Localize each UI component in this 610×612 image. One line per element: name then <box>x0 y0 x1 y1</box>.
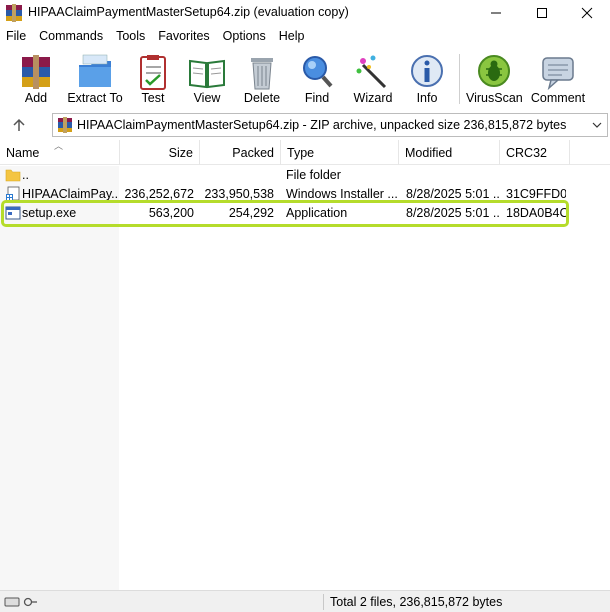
extract-to-label: Extract To <box>67 91 123 105</box>
title-bar: HIPAAClaimPaymentMasterSetup64.zip (eval… <box>0 0 610 26</box>
folder-icon <box>5 169 21 182</box>
extract-to-button[interactable]: Extract To <box>64 50 126 108</box>
find-label: Find <box>304 91 330 105</box>
menu-file[interactable]: File <box>0 27 33 47</box>
file-crc32: 31C9FFD0 <box>506 187 566 201</box>
menu-favorites[interactable]: Favorites <box>152 27 216 47</box>
column-header-size[interactable]: Size <box>120 140 200 165</box>
toolbar-separator <box>459 54 460 104</box>
chevron-down-icon[interactable] <box>591 119 603 131</box>
comment-button[interactable]: Comment <box>530 50 586 108</box>
file-name: HIPAAClaimPay... <box>22 187 118 201</box>
wizard-label: Wizard <box>353 91 393 105</box>
file-size: 236,252,672 <box>124 187 194 201</box>
trash-icon <box>251 58 273 90</box>
file-type: Windows Installer ... <box>286 187 398 201</box>
list-item-setup-exe[interactable]: setup.exe 563,200 254,292 Application 8/… <box>0 204 610 223</box>
comment-bubble-icon <box>542 57 574 91</box>
test-label: Test <box>141 91 165 105</box>
file-name: .. <box>22 168 29 182</box>
file-crc32: 18DA0B4C <box>506 206 566 220</box>
file-modified: 8/28/2025 5:01 ... <box>406 187 499 201</box>
drive-key-icon <box>4 597 37 607</box>
up-folder-button[interactable] <box>8 115 30 135</box>
menu-bar: File Commands Tools Favorites Options He… <box>0 27 610 47</box>
view-button[interactable]: View <box>184 50 230 108</box>
wizard-button[interactable]: Wizard <box>350 50 396 108</box>
add-archive-icon <box>22 55 50 89</box>
toolbar: Add Extract To Test View Delete Find Wiz… <box>0 48 610 110</box>
column-header-row: Name ︿ Size Packed Type Modified CRC32 <box>0 140 610 165</box>
menu-tools[interactable]: Tools <box>110 27 152 47</box>
menu-help[interactable]: Help <box>273 27 312 47</box>
file-type: File folder <box>286 168 341 182</box>
window-title: HIPAAClaimPaymentMasterSetup64.zip (eval… <box>28 5 349 19</box>
info-icon <box>411 55 443 87</box>
column-header-name[interactable]: Name ︿ <box>0 140 120 165</box>
archive-icon <box>58 117 72 133</box>
msi-installer-icon <box>6 186 20 201</box>
column-header-type[interactable]: Type <box>281 140 399 165</box>
address-row: HIPAAClaimPaymentMasterSetup64.zip - ZIP… <box>0 111 610 138</box>
column-header-crc32[interactable]: CRC32 <box>500 140 570 165</box>
extract-folder-icon <box>79 54 111 87</box>
maximize-icon <box>537 8 547 18</box>
address-text: HIPAAClaimPaymentMasterSetup64.zip - ZIP… <box>77 118 567 132</box>
virus-scan-bug-icon <box>478 55 510 87</box>
comment-label: Comment <box>530 91 586 105</box>
minimize-button[interactable] <box>473 0 519 26</box>
column-header-modified[interactable]: Modified <box>399 140 500 165</box>
magic-wand-icon <box>356 55 387 89</box>
menu-commands[interactable]: Commands <box>33 27 110 47</box>
view-label: View <box>193 91 221 105</box>
file-packed: 233,950,538 <box>204 187 274 201</box>
status-divider <box>323 594 324 610</box>
exe-application-icon <box>5 206 21 220</box>
column-name-label: Name <box>6 146 40 160</box>
test-button[interactable]: Test <box>130 50 176 108</box>
maximize-button[interactable] <box>519 0 565 26</box>
info-label: Info <box>416 91 438 105</box>
delete-button[interactable]: Delete <box>239 50 285 108</box>
view-book-icon <box>189 59 225 89</box>
find-button[interactable]: Find <box>294 50 340 108</box>
winrar-app-icon <box>6 4 22 22</box>
info-button[interactable]: Info <box>405 50 449 108</box>
delete-label: Delete <box>243 91 281 105</box>
test-clipboard-icon <box>140 55 166 90</box>
minimize-icon <box>491 12 501 14</box>
file-type: Application <box>286 206 348 220</box>
column-header-packed[interactable]: Packed <box>200 140 281 165</box>
virusscan-label: VirusScan <box>466 91 523 105</box>
list-item-installer[interactable]: HIPAAClaimPay... 236,252,672 233,950,538… <box>0 185 610 204</box>
file-name: setup.exe <box>22 206 77 220</box>
file-size: 563,200 <box>148 206 194 220</box>
add-button[interactable]: Add <box>12 50 60 108</box>
file-modified: 8/28/2025 5:01 ... <box>406 206 499 220</box>
file-list[interactable]: Name ︿ Size Packed Type Modified CRC32 .… <box>0 140 610 590</box>
arrow-up-icon <box>13 118 25 131</box>
status-bar: Total 2 files, 236,815,872 bytes <box>0 590 610 612</box>
list-item-parent-folder[interactable]: .. File folder <box>0 166 610 185</box>
file-packed: 254,292 <box>228 206 274 220</box>
status-text: Total 2 files, 236,815,872 bytes <box>330 595 503 609</box>
virusscan-button[interactable]: VirusScan <box>466 50 523 108</box>
sort-ascending-icon: ︿ <box>54 141 64 151</box>
add-label: Add <box>24 91 48 105</box>
close-icon <box>581 7 593 19</box>
name-column-shade <box>0 166 119 590</box>
magnifier-icon <box>303 56 333 88</box>
menu-options[interactable]: Options <box>217 27 273 47</box>
close-button[interactable] <box>564 0 610 26</box>
address-bar[interactable]: HIPAAClaimPaymentMasterSetup64.zip - ZIP… <box>52 113 608 137</box>
